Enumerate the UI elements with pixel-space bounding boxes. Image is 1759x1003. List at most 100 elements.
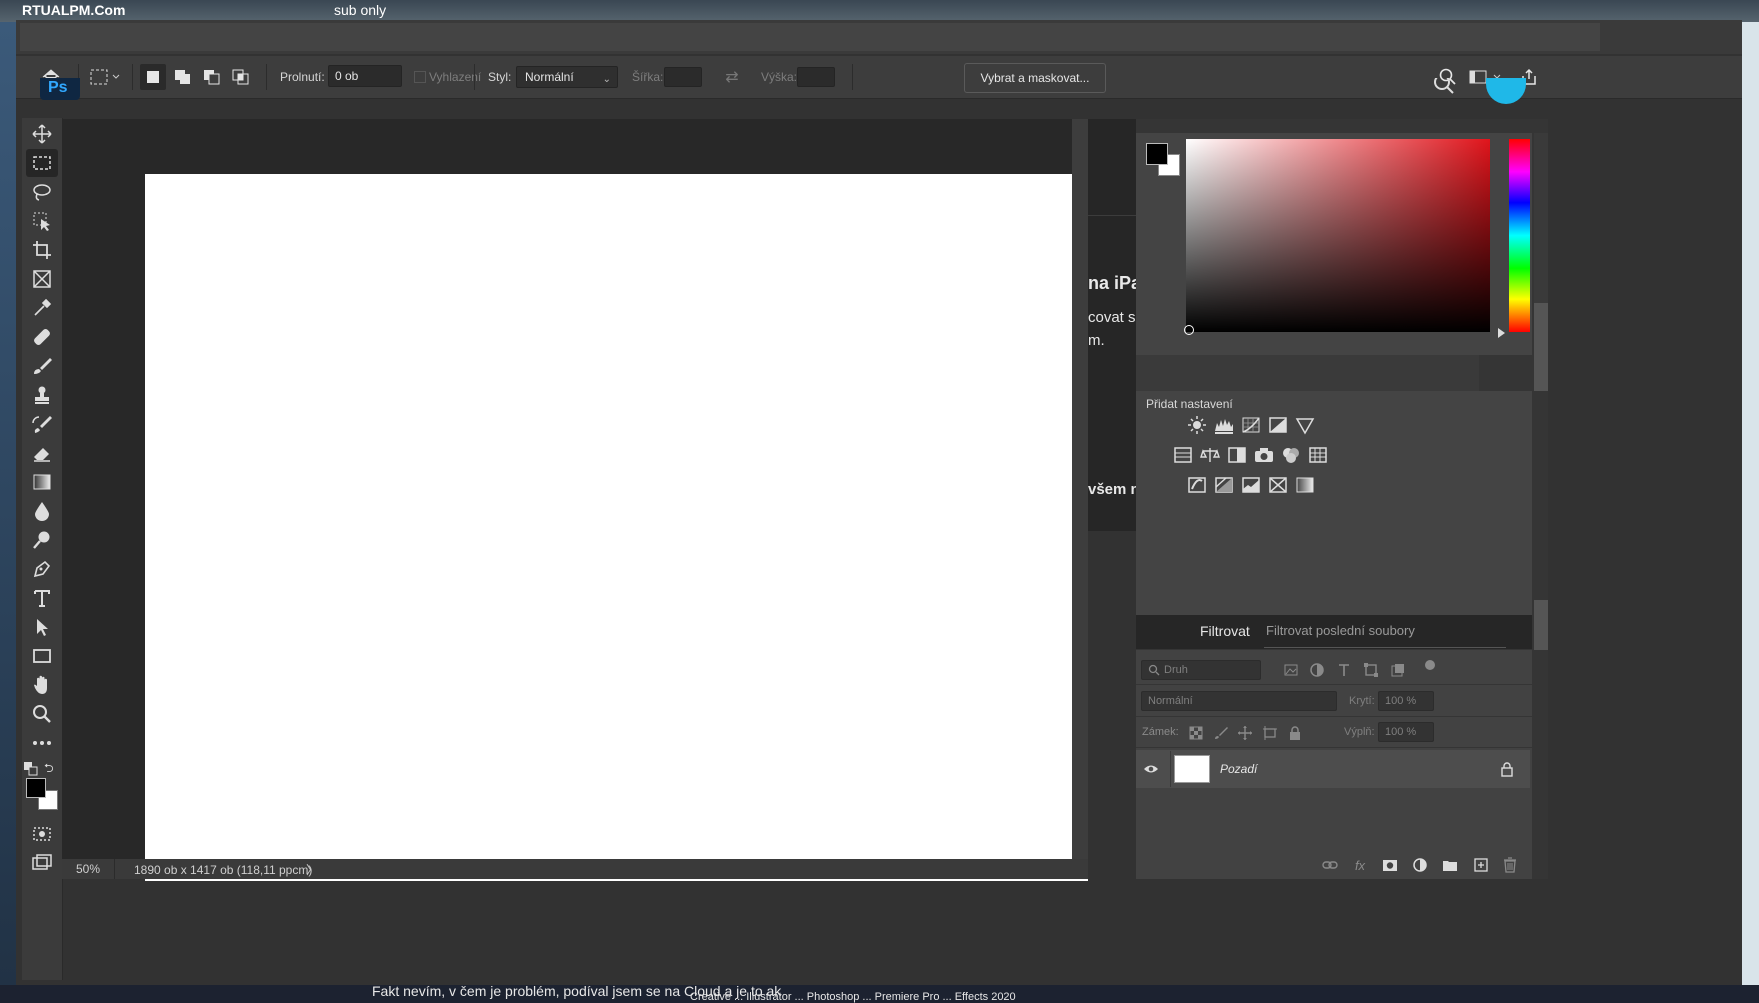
- panel-scrollbar[interactable]: [1534, 133, 1548, 391]
- lock-position-icon[interactable]: [1236, 724, 1254, 742]
- layer-name[interactable]: Pozadí: [1220, 762, 1257, 776]
- vibrance-icon[interactable]: [1294, 414, 1316, 436]
- blur-tool-icon[interactable]: [26, 497, 58, 525]
- new-selection-icon[interactable]: [140, 64, 166, 90]
- clone-stamp-tool-icon[interactable]: [26, 381, 58, 409]
- delete-layer-icon[interactable]: [1500, 855, 1520, 875]
- lock-pixels-icon[interactable]: [1212, 724, 1230, 742]
- rectangular-marquee-tool-icon[interactable]: [26, 149, 58, 177]
- document-canvas[interactable]: [145, 174, 1088, 881]
- subtract-selection-icon[interactable]: [199, 64, 225, 90]
- curves-icon[interactable]: [1240, 414, 1262, 436]
- visibility-eye-icon[interactable]: [1142, 760, 1160, 778]
- filter-type-icon[interactable]: [1335, 661, 1353, 679]
- type-tool-icon[interactable]: [26, 584, 58, 612]
- posterize-icon[interactable]: [1213, 474, 1235, 496]
- hue-saturation-icon[interactable]: [1172, 444, 1194, 466]
- history-brush-tool-icon[interactable]: [26, 410, 58, 438]
- lock-all-icon[interactable]: [1286, 724, 1304, 742]
- lock-label: Zámek:: [1142, 726, 1179, 738]
- title-bar: [16, 20, 1742, 54]
- gradient-map-icon[interactable]: [1294, 474, 1316, 496]
- black-white-icon[interactable]: [1226, 444, 1248, 466]
- color-field-cursor[interactable]: [1184, 325, 1194, 335]
- feather-input[interactable]: 0 ob: [328, 65, 402, 87]
- adjustments-scrollbar[interactable]: [1534, 600, 1548, 650]
- filter-label[interactable]: Filtrovat: [1200, 623, 1250, 639]
- channel-mixer-icon[interactable]: [1280, 444, 1302, 466]
- add-mask-icon[interactable]: [1380, 855, 1400, 875]
- blend-mode-select[interactable]: Normální: [1141, 691, 1337, 711]
- layer-row[interactable]: Pozadí: [1136, 750, 1530, 788]
- gradient-tool-icon[interactable]: [26, 468, 58, 496]
- zoom-level[interactable]: 50%: [76, 862, 100, 876]
- rectangle-tool-icon[interactable]: [26, 642, 58, 670]
- crop-tool-icon[interactable]: [26, 236, 58, 264]
- filter-shape-icon[interactable]: [1362, 661, 1380, 679]
- levels-icon[interactable]: [1213, 414, 1235, 436]
- new-group-icon[interactable]: [1440, 855, 1460, 875]
- filter-input[interactable]: Filtrovat poslední soubory: [1266, 623, 1415, 638]
- style-select[interactable]: Normální ⌄: [516, 66, 618, 88]
- swap-icon[interactable]: ⇄: [720, 64, 744, 90]
- dodge-tool-icon[interactable]: [26, 526, 58, 554]
- fill-value: 100 %: [1385, 726, 1417, 738]
- frame-tool-icon[interactable]: [26, 265, 58, 293]
- lasso-tool-icon[interactable]: [26, 178, 58, 206]
- healing-brush-tool-icon[interactable]: [26, 323, 58, 351]
- screen-mode-icon[interactable]: [26, 849, 58, 877]
- canvas-vertical-scrollbar[interactable]: [1072, 119, 1088, 859]
- new-layer-icon[interactable]: [1471, 855, 1491, 875]
- layer-kind-filter[interactable]: Druh: [1141, 660, 1261, 680]
- link-layers-icon[interactable]: [1320, 855, 1340, 875]
- hue-slider[interactable]: [1509, 139, 1530, 332]
- selective-color-icon[interactable]: [1267, 474, 1289, 496]
- object-selection-tool-icon[interactable]: [26, 207, 58, 235]
- pen-tool-icon[interactable]: [26, 555, 58, 583]
- chevron-down-icon: ⌄: [602, 74, 611, 85]
- zoom-tool-icon[interactable]: [26, 700, 58, 728]
- brightness-contrast-icon[interactable]: [1186, 414, 1208, 436]
- document-info: 1890 ob x 1417 ob (118,11 ppcm): [134, 863, 313, 877]
- eraser-tool-icon[interactable]: [26, 439, 58, 467]
- default-colors-icon[interactable]: [24, 762, 38, 776]
- swap-colors-icon[interactable]: ⮌: [44, 762, 58, 776]
- opacity-input[interactable]: 100 %: [1378, 691, 1434, 711]
- brush-tool-icon[interactable]: [26, 352, 58, 380]
- fill-input[interactable]: 100 %: [1378, 722, 1434, 742]
- new-adjustment-layer-icon[interactable]: [1410, 855, 1430, 875]
- height-input[interactable]: [797, 67, 835, 87]
- more-tools-icon[interactable]: [26, 729, 58, 757]
- path-selection-tool-icon[interactable]: [26, 613, 58, 641]
- filter-smart-object-icon[interactable]: [1389, 661, 1407, 679]
- desktop-text-left: RTUALPM.Com: [22, 2, 126, 18]
- marquee-preset-icon[interactable]: [84, 64, 126, 90]
- lock-transparent-icon[interactable]: [1187, 724, 1205, 742]
- threshold-icon[interactable]: [1240, 474, 1262, 496]
- layer-style-fx-icon[interactable]: fx: [1350, 855, 1370, 875]
- photo-filter-icon[interactable]: [1253, 444, 1275, 466]
- select-and-mask-button[interactable]: Vybrat a maskovat...: [964, 63, 1106, 93]
- filter-adjustment-icon[interactable]: [1308, 661, 1326, 679]
- invert-icon[interactable]: [1186, 474, 1208, 496]
- width-input[interactable]: [664, 67, 702, 87]
- filter-toggle-icon[interactable]: [1425, 660, 1435, 670]
- panel-foreground-swatch[interactable]: [1146, 143, 1168, 165]
- status-menu-arrow-icon[interactable]: 〉: [306, 861, 318, 878]
- foreground-color-swatch[interactable]: [26, 778, 46, 798]
- hue-marker-icon[interactable]: [1498, 328, 1505, 338]
- eyedropper-tool-icon[interactable]: [26, 294, 58, 322]
- move-tool-icon[interactable]: [26, 120, 58, 148]
- filter-pixel-icon[interactable]: [1282, 661, 1300, 679]
- color-field[interactable]: [1186, 139, 1490, 332]
- hand-tool-icon[interactable]: [26, 671, 58, 699]
- desktop-bottom-text-2: Creative ... Illustrator ... Photoshop .…: [690, 991, 1016, 1003]
- add-selection-icon[interactable]: [170, 64, 196, 90]
- intersect-selection-icon[interactable]: [228, 64, 254, 90]
- color-lookup-icon[interactable]: [1307, 444, 1329, 466]
- desktop-text-mid: sub only: [334, 2, 387, 18]
- quick-mask-icon[interactable]: [26, 820, 58, 848]
- exposure-icon[interactable]: [1267, 414, 1289, 436]
- color-balance-icon[interactable]: [1199, 444, 1221, 466]
- lock-artboard-icon[interactable]: [1261, 724, 1279, 742]
